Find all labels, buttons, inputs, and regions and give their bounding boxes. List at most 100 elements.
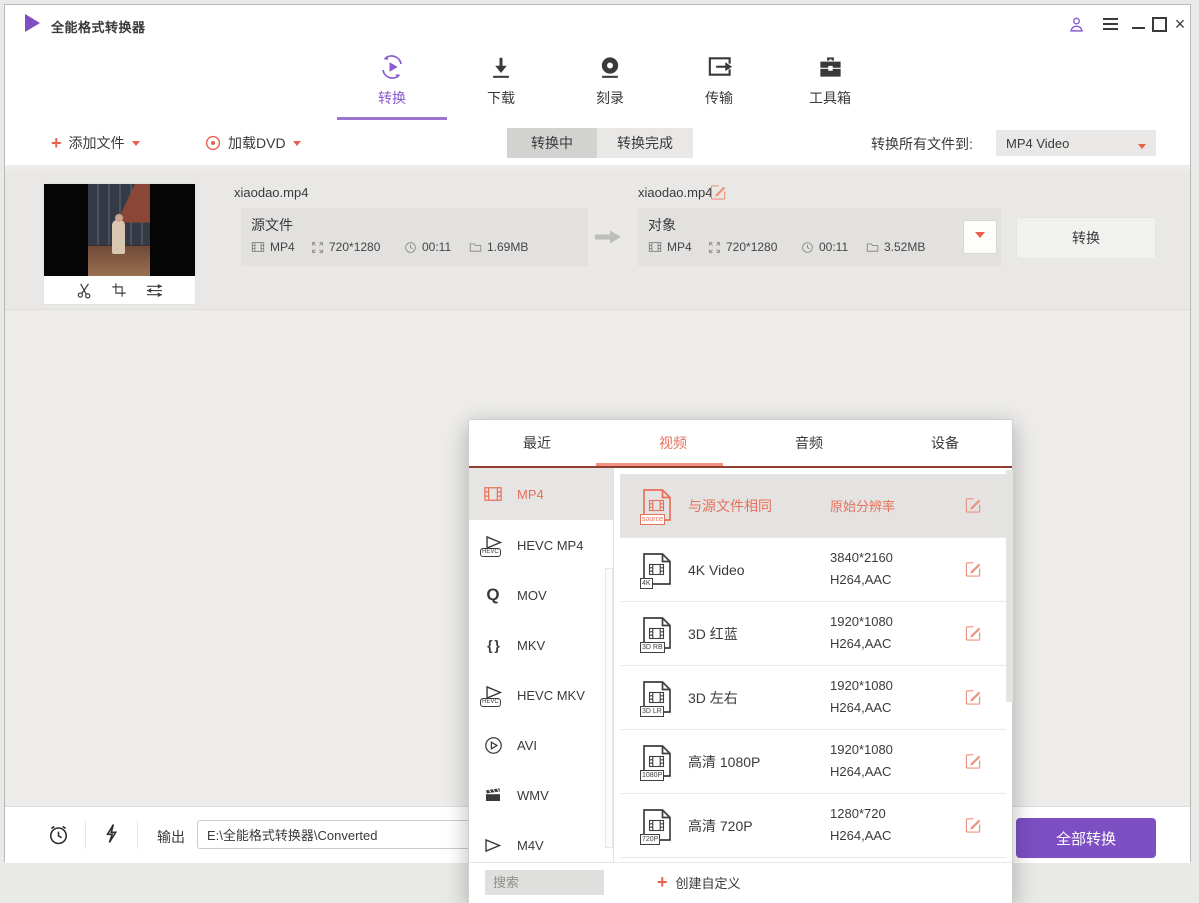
mp4-film-icon: [482, 484, 504, 504]
preset-4k-icon: 4K: [642, 552, 672, 588]
tab-burn-label: 刻录: [596, 88, 624, 108]
tab-convert-label: 转换: [378, 88, 406, 108]
format-item-mp4[interactable]: MP4: [469, 468, 614, 520]
film-icon: [251, 240, 265, 254]
tab-transfer[interactable]: 传输: [677, 53, 761, 111]
preset-edit-icon[interactable]: [965, 560, 982, 577]
tab-convert[interactable]: 转换: [350, 53, 434, 111]
chevron-down-icon: [1138, 144, 1146, 153]
preset-3d-rb-icon: 3D RB: [642, 616, 672, 652]
title-bar: 全能格式转换器 ×: [5, 5, 1190, 43]
source-panel-title: 源文件: [251, 217, 293, 233]
preset-edit-icon[interactable]: [965, 688, 982, 705]
format-item-mkv[interactable]: { } MKV: [469, 620, 614, 670]
tab-toolbox[interactable]: 工具箱: [788, 53, 872, 111]
preset-edit-icon[interactable]: [965, 624, 982, 641]
high-speed-bolt-icon[interactable]: [103, 823, 120, 844]
preset-row-3d-lr[interactable]: 3D LR 3D 左右 1920*1080 H264,AAC: [620, 666, 1006, 730]
plus-icon: +: [51, 134, 62, 152]
divider: [137, 821, 138, 849]
load-dvd-button[interactable]: 加载DVD: [205, 133, 301, 153]
resolution-icon: [311, 241, 324, 254]
preset-edit-icon[interactable]: [965, 496, 982, 513]
account-icon[interactable]: [1065, 14, 1087, 34]
format-item-wmv[interactable]: WMV: [469, 770, 614, 820]
format-item-avi[interactable]: AVI: [469, 720, 614, 770]
source-size: 1.69MB: [469, 240, 528, 254]
convert-all-label: 全部转换: [1056, 828, 1116, 849]
play-icon: [482, 838, 504, 853]
finished-label: 转换完成: [617, 133, 673, 153]
popup-tab-recent[interactable]: 最近: [469, 420, 605, 466]
target-format: MP4: [648, 240, 692, 254]
format-item-hevc-mkv[interactable]: HEVC HEVC MKV: [469, 670, 614, 720]
video-thumbnail[interactable]: [43, 183, 196, 305]
schedule-alarm-icon[interactable]: [47, 823, 70, 846]
tab-download[interactable]: 下载: [459, 53, 543, 111]
close-button[interactable]: ×: [1169, 14, 1191, 34]
chevron-down-icon[interactable]: [132, 141, 140, 150]
create-custom-button[interactable]: + 创建自定义: [657, 869, 741, 895]
dvd-disc-icon: [205, 135, 221, 151]
toolbox-icon: [817, 53, 844, 81]
toolbar: + 添加文件 加载DVD 转换中 转换完成 转换所有文件到: MP4 Video: [5, 121, 1190, 166]
format-item-hevc-mp4[interactable]: HEVC HEVC MP4: [469, 520, 614, 570]
minimize-button[interactable]: [1127, 14, 1149, 34]
preset-row-1080p[interactable]: 1080P 高清 1080P 1920*1080 H264,AAC: [620, 730, 1006, 794]
convert-icon: [378, 53, 406, 81]
load-dvd-label: 加载DVD: [228, 133, 286, 153]
convert-all-button[interactable]: 全部转换: [1016, 818, 1156, 858]
effects-sliders-icon[interactable]: [145, 283, 164, 298]
popup-tab-audio[interactable]: 音频: [741, 420, 877, 466]
menu-icon[interactable]: [1099, 14, 1121, 34]
trim-scissors-icon[interactable]: [76, 282, 93, 299]
preset-list: source 与源文件相同 原始分辨率 4K 4K Video 3840*216…: [614, 468, 1014, 862]
convert-arrow-icon: [593, 229, 623, 245]
chevron-down-icon[interactable]: [293, 141, 301, 150]
convert-all-to-label: 转换所有文件到:: [871, 134, 973, 154]
file-row: xiaodao.mp4 源文件 MP4 720*1280 00:11 1.69M…: [5, 171, 1190, 310]
format-list-scrollbar[interactable]: [605, 568, 613, 848]
preset-list-scrollbar[interactable]: [1006, 470, 1013, 702]
add-file-button[interactable]: + 添加文件: [51, 133, 140, 153]
target-panel-title: 对象: [648, 217, 676, 233]
clapperboard-icon: [482, 786, 504, 804]
matroska-icon: { }: [482, 637, 504, 653]
target-format-dropdown[interactable]: MP4 Video: [996, 130, 1156, 156]
add-file-label: 添加文件: [69, 133, 125, 153]
format-item-mov[interactable]: Q MOV: [469, 570, 614, 620]
hevc-play-icon: HEVC: [482, 685, 504, 705]
preset-edit-icon[interactable]: [965, 752, 982, 769]
main-nav: 转换 下载 刻录 传输 工具箱: [5, 43, 1190, 122]
search-input[interactable]: [485, 870, 604, 895]
source-filename: xiaodao.mp4: [234, 185, 308, 200]
hevc-play-icon: HEVC: [482, 535, 504, 555]
crop-icon[interactable]: [111, 282, 127, 298]
format-picker-button[interactable]: [963, 220, 997, 254]
target-duration: 00:11: [801, 240, 848, 254]
tab-finished[interactable]: 转换完成: [597, 128, 693, 158]
popup-tab-video[interactable]: 视频: [605, 420, 741, 466]
clock-icon: [801, 241, 814, 254]
maximize-button[interactable]: [1148, 14, 1170, 34]
target-format-value: MP4 Video: [1006, 136, 1069, 151]
download-icon: [488, 53, 514, 81]
tab-toolbox-label: 工具箱: [809, 88, 851, 108]
convert-button[interactable]: 转换: [1016, 217, 1156, 259]
rename-edit-icon[interactable]: [710, 183, 727, 200]
format-item-m4v[interactable]: M4V: [469, 820, 614, 862]
popup-tab-device[interactable]: 设备: [877, 420, 1013, 466]
preset-720p-icon: 720P: [642, 808, 672, 844]
preset-row-3d-rb[interactable]: 3D RB 3D 红蓝 1920*1080 H264,AAC: [620, 602, 1006, 666]
tab-burn[interactable]: 刻录: [568, 53, 652, 111]
chevron-down-icon: [975, 232, 985, 242]
preset-row-720p[interactable]: 720P 高清 720P 1280*720 H264,AAC: [620, 794, 1006, 858]
tab-converting[interactable]: 转换中: [507, 128, 597, 158]
target-resolution: 720*1280: [708, 240, 777, 254]
popup-footer: + 创建自定义: [469, 862, 1012, 903]
preset-row-same-as-source[interactable]: source 与源文件相同 原始分辨率: [620, 474, 1006, 538]
preset-edit-icon[interactable]: [965, 816, 982, 833]
popup-active-tab-underline: [596, 463, 723, 466]
preset-row-4k[interactable]: 4K 4K Video 3840*2160 H264,AAC: [620, 538, 1006, 602]
tab-transfer-label: 传输: [705, 88, 733, 108]
